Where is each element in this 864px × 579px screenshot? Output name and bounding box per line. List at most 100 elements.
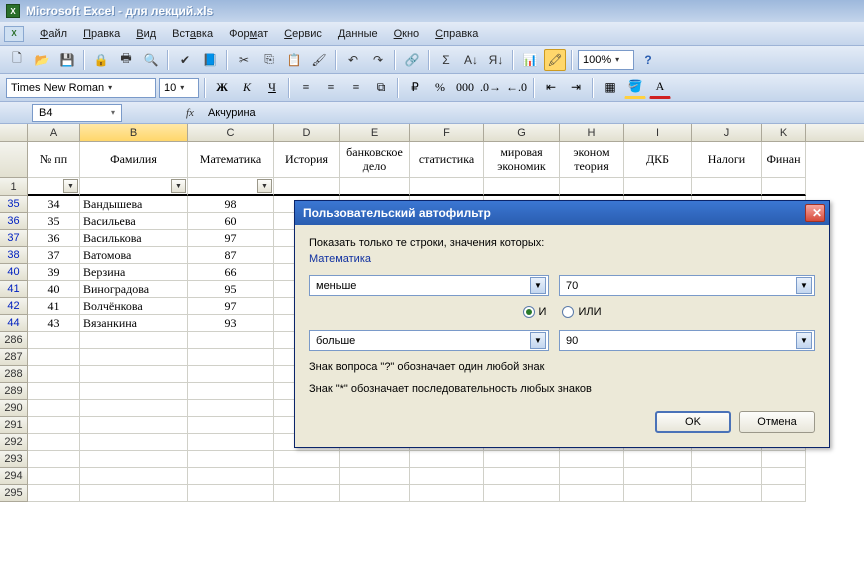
cell[interactable] [762, 485, 806, 502]
cell[interactable]: мировая экономик [484, 142, 560, 178]
merge-button[interactable]: ⧉ [370, 77, 392, 99]
menu-edit[interactable]: Правка [75, 25, 128, 43]
cell[interactable]: История [274, 142, 340, 178]
menu-help[interactable]: Справка [427, 25, 486, 43]
cell[interactable]: 34 [28, 196, 80, 213]
cell[interactable] [188, 417, 274, 434]
cell[interactable] [188, 366, 274, 383]
cell[interactable] [80, 485, 188, 502]
filter-cell[interactable] [410, 178, 484, 196]
cell[interactable]: 95 [188, 281, 274, 298]
cell[interactable]: 43 [28, 315, 80, 332]
row-header[interactable]: 286 [0, 332, 28, 349]
menu-data[interactable]: Данные [330, 25, 386, 43]
value-input-2[interactable]: 90▼ [559, 330, 815, 351]
ok-button[interactable]: OK [655, 411, 731, 433]
col-header-e[interactable]: E [340, 124, 410, 141]
cell[interactable]: 98 [188, 196, 274, 213]
row-header[interactable]: 36 [0, 213, 28, 230]
cell[interactable]: 60 [188, 213, 274, 230]
radio-or[interactable]: ИЛИ [562, 306, 601, 318]
row-header[interactable]: 37 [0, 230, 28, 247]
percent-button[interactable]: % [429, 77, 451, 99]
cell[interactable]: Василькова [80, 230, 188, 247]
cell[interactable] [80, 349, 188, 366]
cell[interactable] [484, 485, 560, 502]
cell[interactable]: Фамилия [80, 142, 188, 178]
copy-button[interactable]: ⎘ [258, 49, 280, 71]
cell[interactable] [274, 468, 340, 485]
cell[interactable] [28, 417, 80, 434]
cell[interactable] [410, 485, 484, 502]
cell[interactable]: 97 [188, 230, 274, 247]
row-header[interactable]: 288 [0, 366, 28, 383]
col-header-h[interactable]: H [560, 124, 624, 141]
new-button[interactable]: 🗋 [6, 49, 28, 71]
cell[interactable]: Волчёнкова [80, 298, 188, 315]
radio-and[interactable]: И [523, 306, 547, 318]
filter-cell[interactable]: ▼ [80, 178, 188, 196]
name-box[interactable]: B4 [32, 104, 122, 122]
filter-cell[interactable]: ▼ [28, 178, 80, 196]
inc-indent-button[interactable]: ⇥ [565, 77, 587, 99]
filter-button[interactable]: ▼ [171, 179, 186, 193]
menu-tools[interactable]: Сервис [276, 25, 330, 43]
cell[interactable]: Налоги [692, 142, 762, 178]
cell[interactable] [560, 485, 624, 502]
col-header-j[interactable]: J [692, 124, 762, 141]
open-button[interactable]: 📂 [31, 49, 53, 71]
row-header[interactable]: 294 [0, 468, 28, 485]
cell[interactable] [80, 451, 188, 468]
row-header[interactable]: 41 [0, 281, 28, 298]
dec-indent-button[interactable]: ⇤ [540, 77, 562, 99]
chart-button[interactable]: 📊 [519, 49, 541, 71]
row-header[interactable]: 295 [0, 485, 28, 502]
row-header-1[interactable]: 1 [0, 178, 28, 196]
font-size-box[interactable]: 10 [159, 78, 199, 98]
cell[interactable]: Васильева [80, 213, 188, 230]
cell[interactable] [80, 400, 188, 417]
filter-cell[interactable] [484, 178, 560, 196]
dialog-titlebar[interactable]: Пользовательский автофильтр ✕ [295, 201, 829, 225]
col-header-i[interactable]: I [624, 124, 692, 141]
filter-cell[interactable] [560, 178, 624, 196]
currency-button[interactable]: ₽ [404, 77, 426, 99]
italic-button[interactable]: К [236, 77, 258, 99]
cell[interactable]: Математика [188, 142, 274, 178]
font-color-button[interactable]: A [649, 77, 671, 99]
preview-button[interactable]: 🔍 [140, 49, 162, 71]
chevron-down-icon[interactable]: ▼ [530, 277, 546, 294]
cell[interactable] [762, 468, 806, 485]
paste-button[interactable]: 📋 [283, 49, 305, 71]
cell[interactable] [560, 468, 624, 485]
col-header-f[interactable]: F [410, 124, 484, 141]
cell[interactable] [410, 468, 484, 485]
cell[interactable]: Верзина [80, 264, 188, 281]
chevron-down-icon[interactable]: ▼ [796, 332, 812, 349]
close-button[interactable]: ✕ [805, 204, 825, 222]
cell[interactable] [274, 485, 340, 502]
filter-cell[interactable]: ▼ [188, 178, 274, 196]
borders-button[interactable]: ▦ [599, 77, 621, 99]
font-name-box[interactable]: Times New Roman [6, 78, 156, 98]
cell[interactable]: 41 [28, 298, 80, 315]
fx-label[interactable]: fx [126, 107, 204, 119]
cell[interactable]: 39 [28, 264, 80, 281]
cell[interactable]: банковское дело [340, 142, 410, 178]
filter-cell[interactable] [340, 178, 410, 196]
cell[interactable] [28, 400, 80, 417]
row-header[interactable]: 38 [0, 247, 28, 264]
underline-button[interactable]: Ч [261, 77, 283, 99]
cell[interactable]: 87 [188, 247, 274, 264]
cell[interactable]: Финан [762, 142, 806, 178]
operator-select-1[interactable]: меньше▼ [309, 275, 549, 296]
cell[interactable] [692, 468, 762, 485]
row-header[interactable]: 42 [0, 298, 28, 315]
cell[interactable] [80, 366, 188, 383]
cut-button[interactable]: ✂ [233, 49, 255, 71]
col-header-d[interactable]: D [274, 124, 340, 141]
cell[interactable]: № пп [28, 142, 80, 178]
fill-color-button[interactable]: 🪣 [624, 77, 646, 99]
cell[interactable] [188, 451, 274, 468]
cell[interactable] [340, 451, 410, 468]
